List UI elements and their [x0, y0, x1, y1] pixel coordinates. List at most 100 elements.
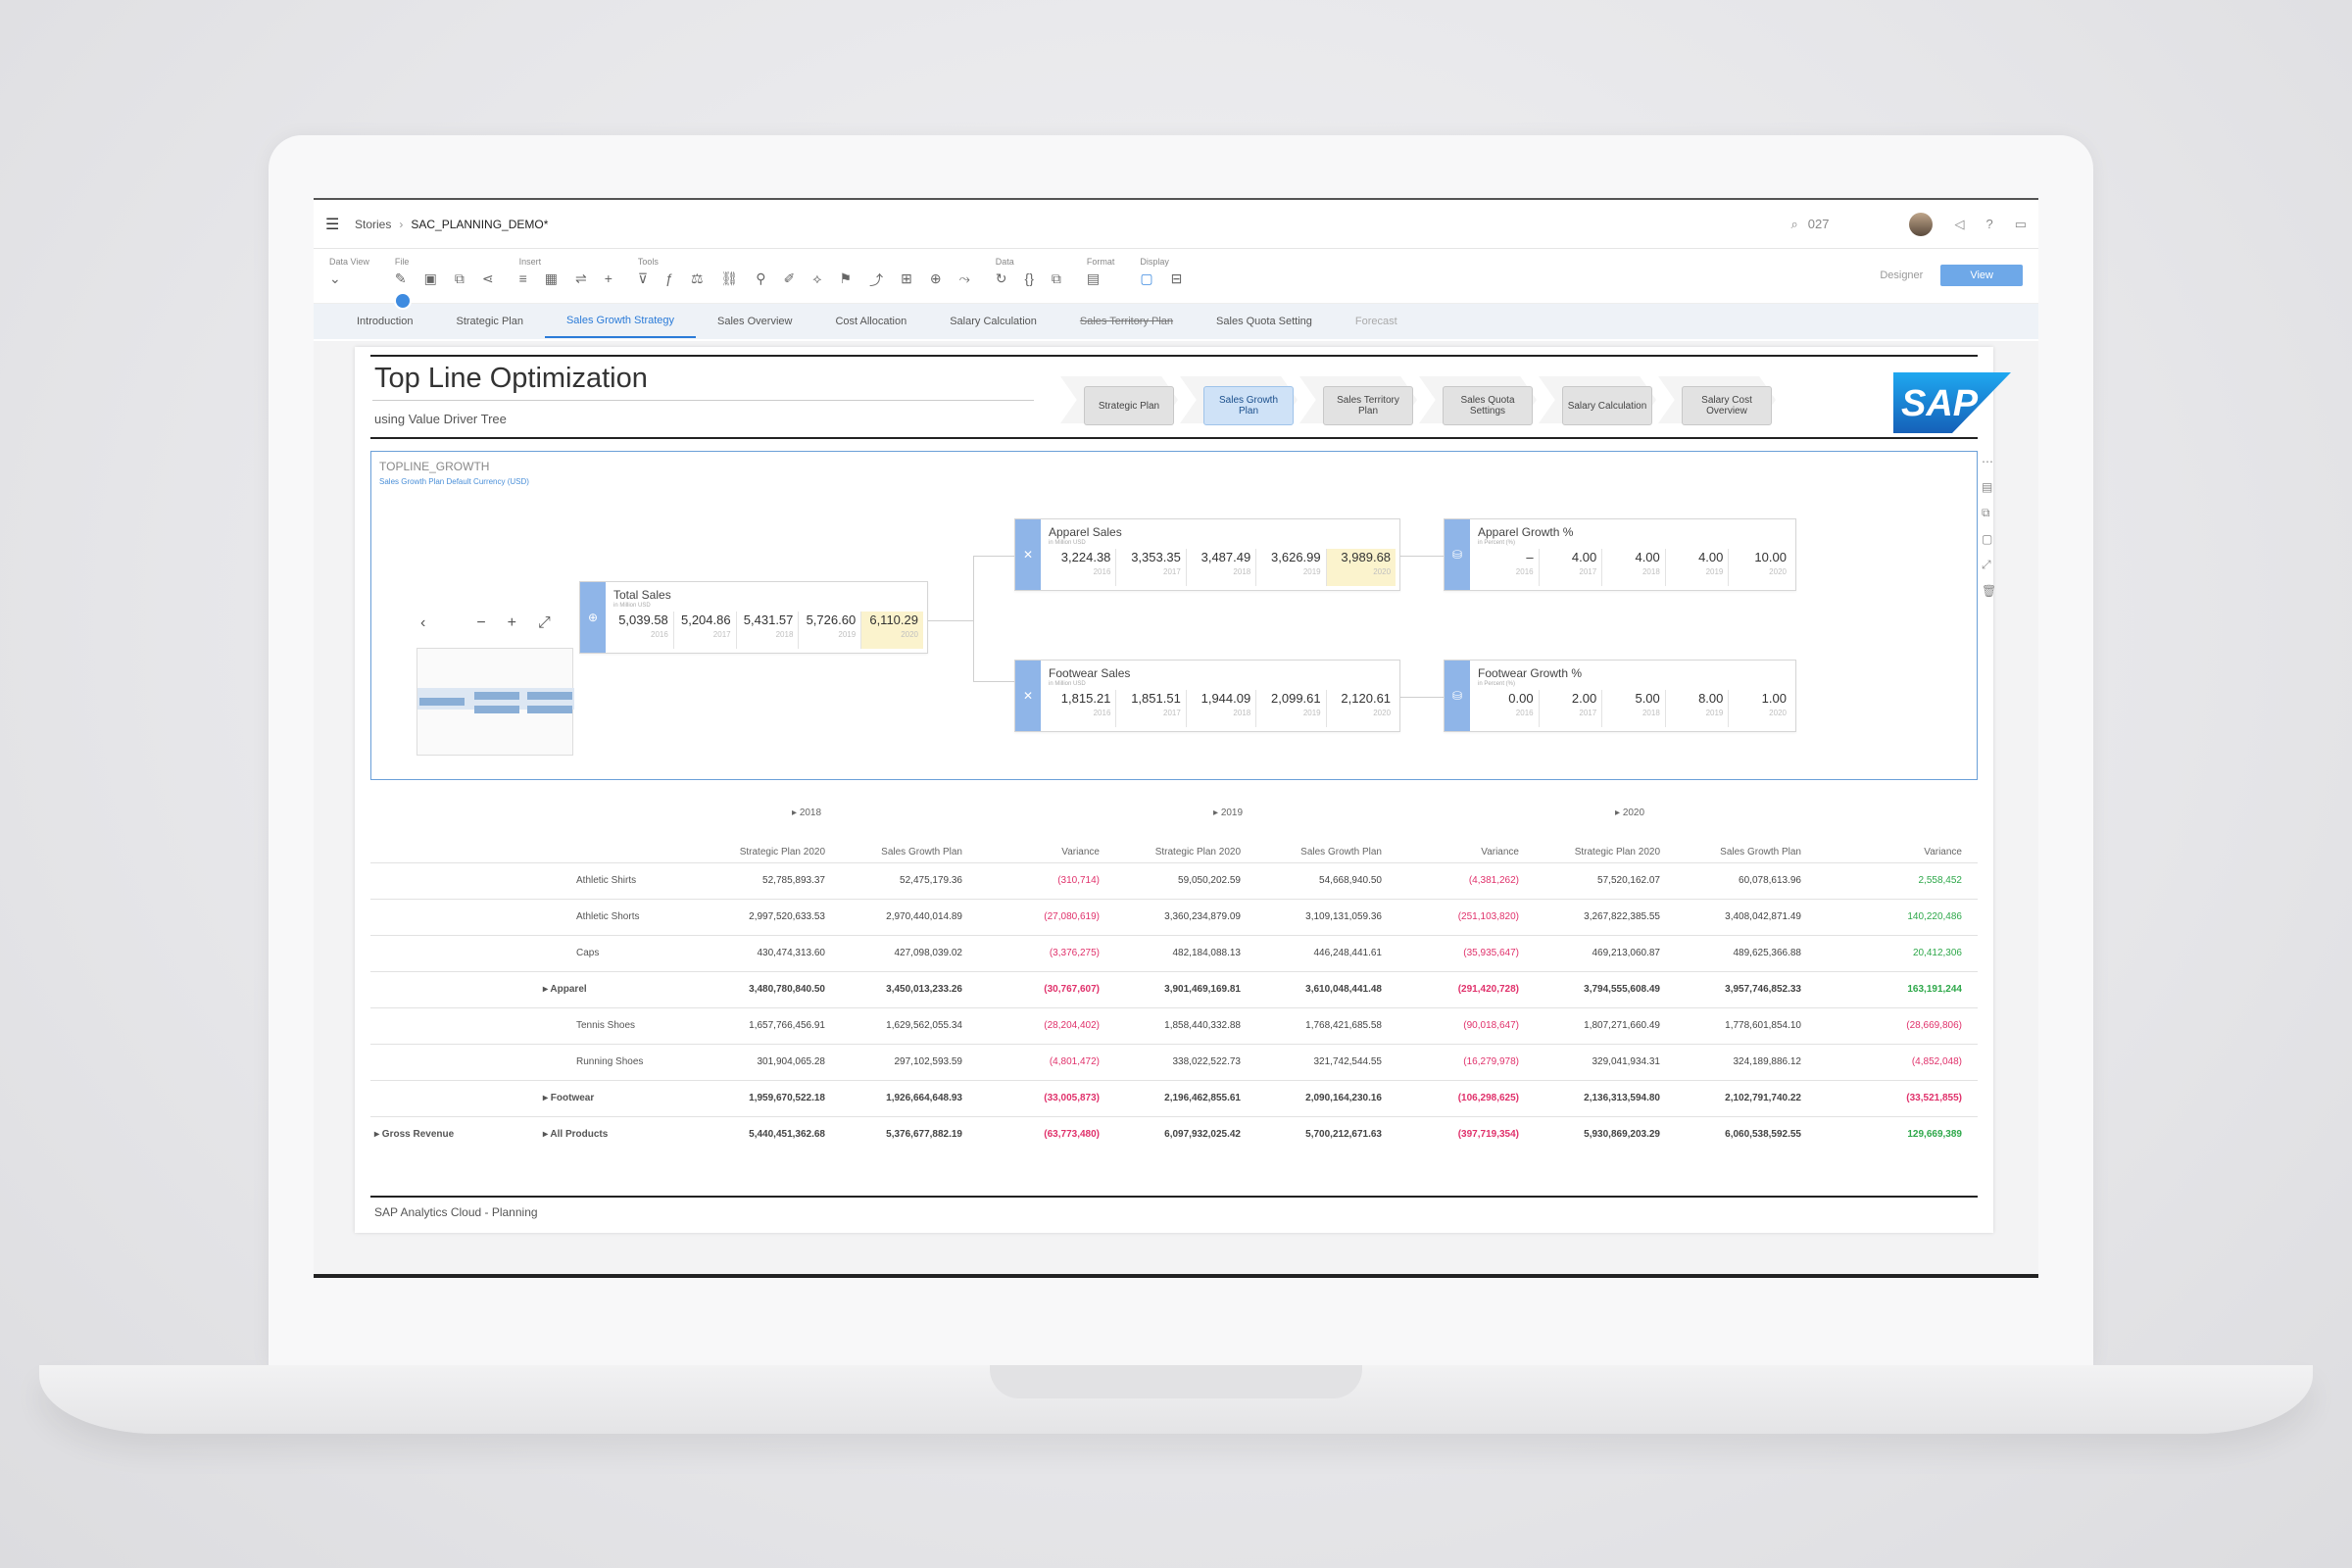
value-cell[interactable]: 430,474,313.60: [694, 948, 825, 958]
value-cell[interactable]: 427,098,039.02: [829, 948, 962, 958]
node-value[interactable]: 5.00: [1602, 690, 1659, 708]
node-value[interactable]: 3,487.49: [1187, 549, 1251, 566]
row-label-level2[interactable]: Tennis Shoes: [576, 1020, 635, 1031]
chevron-left-icon[interactable]: ‹: [420, 614, 425, 632]
variance-cell[interactable]: (28,204,402): [966, 1020, 1100, 1031]
comment-icon[interactable]: ▢: [1982, 532, 1996, 546]
vdt-minimap[interactable]: [416, 648, 574, 756]
value-cell[interactable]: 3,480,780,840.50: [694, 984, 825, 995]
chevron-down-icon[interactable]: ⌄: [329, 270, 341, 287]
variance-cell[interactable]: 20,412,306: [1805, 948, 1962, 958]
row-label-level2[interactable]: Athletic Shirts: [576, 875, 636, 886]
vdt-node-footwear-sales[interactable]: ✕ Footwear Sales in Million USD 1,815.21…: [1014, 660, 1400, 732]
variance-cell[interactable]: (90,018,647): [1386, 1020, 1519, 1031]
value-cell[interactable]: 297,102,593.59: [829, 1056, 962, 1067]
fit-icon[interactable]: ⤢: [538, 614, 551, 632]
formula-icon[interactable]: ƒ: [665, 270, 673, 290]
trend-icon[interactable]: ⤴: [869, 270, 883, 290]
row-label-level2[interactable]: Caps: [576, 948, 599, 958]
value-cell[interactable]: 5,376,677,882.19: [829, 1129, 962, 1140]
value-cell[interactable]: 5,700,212,671.63: [1245, 1129, 1382, 1140]
zoom-out-icon[interactable]: −: [476, 614, 485, 632]
variance-cell[interactable]: (291,420,728): [1386, 984, 1519, 995]
save-icon[interactable]: ▣: [424, 270, 437, 287]
algorithm-icon[interactable]: ⚲: [756, 270, 765, 290]
breadcrumb-root[interactable]: Stories: [355, 218, 391, 231]
tab-strategic-plan[interactable]: Strategic Plan: [434, 306, 544, 337]
value-cell[interactable]: 324,189,886.12: [1664, 1056, 1801, 1067]
value-cell[interactable]: 52,475,179.36: [829, 875, 962, 886]
value-cell[interactable]: 3,109,131,059.36: [1245, 911, 1382, 922]
value-cell[interactable]: 1,959,670,522.18: [694, 1093, 825, 1103]
year-header[interactable]: ▸ 2018: [792, 808, 821, 818]
value-cell[interactable]: 1,926,664,648.93: [829, 1093, 962, 1103]
node-value[interactable]: 3,989.68: [1327, 549, 1391, 566]
node-value[interactable]: 2,120.61: [1327, 690, 1391, 708]
variance-cell[interactable]: 2,558,452: [1805, 875, 1963, 886]
version-icon[interactable]: ⧉: [1052, 270, 1061, 287]
help-icon[interactable]: ?: [1985, 217, 1992, 231]
edit-icon[interactable]: ✎: [395, 270, 407, 287]
notification-icon[interactable]: ◁: [1954, 217, 1964, 232]
workflow-icon[interactable]: ⤳: [959, 270, 970, 290]
value-cell[interactable]: 2,997,520,633.53: [694, 911, 825, 922]
fullscreen-icon[interactable]: ⤢: [1982, 558, 1996, 572]
node-value[interactable]: 1,944.09: [1187, 690, 1251, 708]
value-cell[interactable]: 3,957,746,852.33: [1664, 984, 1801, 995]
node-value[interactable]: 2.00: [1540, 690, 1596, 708]
value-cell[interactable]: 57,520,162.07: [1523, 875, 1660, 886]
process-step-label[interactable]: Sales Territory Plan: [1323, 386, 1413, 425]
value-cell[interactable]: 5,440,451,362.68: [694, 1129, 825, 1140]
value-cell[interactable]: 3,610,048,441.48: [1245, 984, 1382, 995]
node-value[interactable]: 1,815.21: [1047, 690, 1111, 708]
variance-cell[interactable]: 129,669,389: [1805, 1129, 1962, 1140]
variance-cell[interactable]: (33,005,873): [966, 1093, 1100, 1103]
node-value[interactable]: 8.00: [1666, 690, 1723, 708]
node-value[interactable]: 1.00: [1729, 690, 1787, 708]
variance-cell[interactable]: (106,298,625): [1386, 1093, 1519, 1103]
process-step-sales-quota-settings[interactable]: Sales Quota Settings: [1419, 376, 1537, 425]
node-value[interactable]: 5,431.57: [737, 612, 794, 629]
tab-sales-growth-strategy[interactable]: Sales Growth Strategy: [544, 305, 697, 338]
variance-cell[interactable]: (63,773,480): [966, 1129, 1100, 1140]
zoom-in-icon[interactable]: +: [508, 614, 516, 632]
filter-icon[interactable]: ⊽: [638, 270, 648, 290]
variance-cell[interactable]: (4,852,048): [1805, 1056, 1962, 1067]
process-step-label[interactable]: Strategic Plan: [1084, 386, 1174, 425]
tab-sales-quota-setting[interactable]: Sales Quota Setting: [1195, 306, 1334, 337]
add-icon[interactable]: +: [605, 270, 612, 287]
node-value[interactable]: 5,039.58: [612, 612, 668, 629]
value-cell[interactable]: 301,904,065.28: [694, 1056, 825, 1067]
value-cell[interactable]: 1,629,562,055.34: [829, 1020, 962, 1031]
row-label-level2[interactable]: Running Shoes: [576, 1056, 643, 1067]
node-value[interactable]: 5,204.86: [674, 612, 731, 629]
tab-forecast[interactable]: Forecast: [1334, 306, 1419, 337]
variance-cell[interactable]: (4,381,262): [1386, 875, 1519, 886]
value-cell[interactable]: 2,102,791,740.22: [1664, 1093, 1801, 1103]
process-step-salary-cost-overview[interactable]: Salary Cost Overview: [1658, 376, 1776, 425]
value-cell[interactable]: 489,625,366.88: [1664, 948, 1801, 958]
comment-icon[interactable]: ▢: [1140, 270, 1152, 287]
year-header[interactable]: ▸ 2019: [1213, 808, 1243, 818]
node-value[interactable]: –: [1476, 549, 1533, 566]
copy-icon[interactable]: ⧉: [455, 270, 465, 287]
variance-cell[interactable]: (30,767,607): [966, 984, 1100, 995]
tab-cost-allocation[interactable]: Cost Allocation: [813, 306, 928, 337]
edit-data-icon[interactable]: ✐: [784, 270, 796, 290]
value-cell[interactable]: 6,060,538,592.55: [1664, 1129, 1801, 1140]
value-cell[interactable]: 54,668,940.50: [1245, 875, 1382, 886]
value-cell[interactable]: 3,360,234,879.09: [1103, 911, 1241, 922]
variance-cell[interactable]: (251,103,820): [1386, 911, 1519, 922]
variance-cell[interactable]: (3,376,275): [966, 948, 1100, 958]
value-cell[interactable]: 6,097,932,025.42: [1103, 1129, 1241, 1140]
value-cell[interactable]: 1,807,271,660.49: [1523, 1020, 1660, 1031]
copy-icon[interactable]: ⧉: [1982, 506, 1996, 520]
value-cell[interactable]: 338,022,522.73: [1103, 1056, 1241, 1067]
value-cell[interactable]: 3,794,555,608.49: [1523, 984, 1660, 995]
value-cell[interactable]: 3,901,469,169.81: [1103, 984, 1241, 995]
menu-icon[interactable]: ☰: [325, 215, 355, 234]
value-cell[interactable]: 3,450,013,233.26: [829, 984, 962, 995]
refresh-icon[interactable]: ↻: [996, 270, 1007, 287]
value-cell[interactable]: 60,078,613.96: [1664, 875, 1801, 886]
node-value[interactable]: 4.00: [1602, 549, 1659, 566]
